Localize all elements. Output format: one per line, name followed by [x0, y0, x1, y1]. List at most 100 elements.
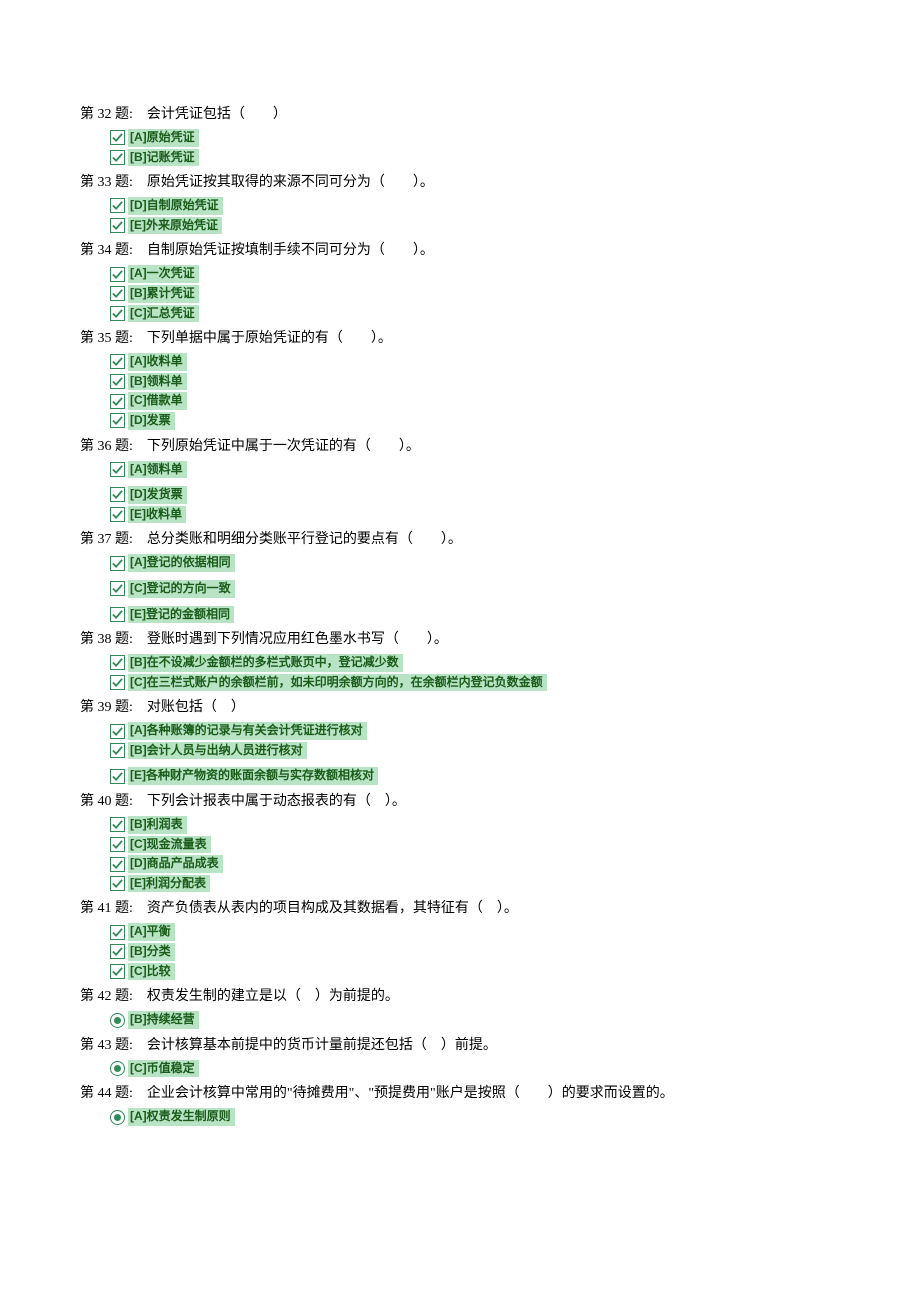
question-number: 第 41 题:	[80, 901, 133, 916]
question-body: 资产负债表从表内的项目构成及其数据看，其特征有（ ）。	[133, 901, 518, 916]
option-label: [A]权责发生制原则	[128, 1108, 235, 1126]
question-text: 第 36 题: 下列原始凭证中属于一次凭证的有（ ）。	[80, 436, 840, 457]
option-label: [C]汇总凭证	[128, 305, 199, 323]
option-item[interactable]: [B]记账凭证	[110, 149, 840, 167]
question-number: 第 36 题:	[80, 439, 133, 454]
question-body: 企业会计核算中常用的"待摊费用"、"预提费用"账户是按照（ ）的要求而设置的。	[133, 1086, 674, 1101]
option-gap	[110, 761, 840, 765]
option-item[interactable]: [B]持续经营	[110, 1011, 840, 1029]
option-item[interactable]: [B]领料单	[110, 373, 840, 391]
checkbox-checked-icon	[110, 306, 125, 321]
option-item[interactable]: [C]借款单	[110, 392, 840, 410]
checkbox-checked-icon	[110, 769, 125, 784]
checkbox-checked-icon	[110, 374, 125, 389]
option-list: [A]权责发生制原则	[80, 1108, 840, 1126]
option-label: [E]各种财产物资的账面余额与实存数额相核对	[128, 767, 378, 785]
option-item[interactable]: [E]各种财产物资的账面余额与实存数额相核对	[110, 767, 840, 785]
question-block: 第 43 题: 会计核算基本前提中的货币计量前提还包括（ ）前提。[C]币值稳定	[80, 1035, 840, 1078]
option-label: [C]币值稳定	[128, 1060, 199, 1078]
option-item[interactable]: [A]各种账簿的记录与有关会计凭证进行核对	[110, 722, 840, 740]
radio-selected-icon	[110, 1061, 125, 1076]
option-item[interactable]: [D]商品产品成表	[110, 855, 840, 873]
option-item[interactable]: [A]权责发生制原则	[110, 1108, 840, 1126]
option-item[interactable]: [A]一次凭证	[110, 265, 840, 283]
option-label: [A]平衡	[128, 923, 175, 941]
question-number: 第 40 题:	[80, 794, 133, 809]
option-item[interactable]: [C]现金流量表	[110, 836, 840, 854]
option-item[interactable]: [B]累计凭证	[110, 285, 840, 303]
question-block: 第 38 题: 登账时遇到下列情况应用红色墨水书写（ ）。[B]在不设减少金额栏…	[80, 629, 840, 691]
option-label: [C]在三栏式账户的余额栏前，如未印明余额方向的，在余额栏内登记负数金额	[128, 674, 547, 692]
option-list: [A]领料单 [D]发货票 [E]收料单	[80, 461, 840, 524]
option-list: [B]在不设减少金额栏的多栏式账页中，登记减少数 [C]在三栏式账户的余额栏前，如…	[80, 654, 840, 691]
question-block: 第 42 题: 权责发生制的建立是以（ ）为前提的。[B]持续经营	[80, 986, 840, 1029]
option-label: [B]记账凭证	[128, 149, 199, 167]
option-item[interactable]: [E]收料单	[110, 506, 840, 524]
checkbox-checked-icon	[110, 675, 125, 690]
checkbox-checked-icon	[110, 944, 125, 959]
option-list: [A]各种账簿的记录与有关会计凭证进行核对 [B]会计人员与出纳人员进行核对 [E]…	[80, 722, 840, 785]
option-item[interactable]: [A]原始凭证	[110, 129, 840, 147]
option-item[interactable]: [C]比较	[110, 963, 840, 981]
option-item[interactable]: [A]平衡	[110, 923, 840, 941]
option-item[interactable]: [C]在三栏式账户的余额栏前，如未印明余额方向的，在余额栏内登记负数金额	[110, 674, 840, 692]
question-number: 第 33 题:	[80, 175, 133, 190]
checkbox-checked-icon	[110, 487, 125, 502]
checkbox-checked-icon	[110, 130, 125, 145]
question-text: 第 33 题: 原始凭证按其取得的来源不同可分为（ ）。	[80, 172, 840, 193]
option-item[interactable]: [A]登记的依据相同	[110, 554, 840, 572]
option-item[interactable]: [D]发票	[110, 412, 840, 430]
checkbox-checked-icon	[110, 462, 125, 477]
option-item[interactable]: [C]币值稳定	[110, 1060, 840, 1078]
question-body: 自制原始凭证按填制手续不同可分为（ ）。	[133, 243, 434, 258]
option-label: [B]利润表	[128, 816, 187, 834]
question-number: 第 38 题:	[80, 632, 133, 647]
option-item[interactable]: [E]外来原始凭证	[110, 217, 840, 235]
option-label: [A]原始凭证	[128, 129, 199, 147]
option-item[interactable]: [A]收料单	[110, 353, 840, 371]
option-label: [A]收料单	[128, 353, 187, 371]
question-number: 第 34 题:	[80, 243, 133, 258]
option-label: [C]现金流量表	[128, 836, 211, 854]
option-item[interactable]: [C]汇总凭证	[110, 305, 840, 323]
checkbox-checked-icon	[110, 150, 125, 165]
option-label: [A]登记的依据相同	[128, 554, 235, 572]
radio-selected-icon	[110, 1013, 125, 1028]
checkbox-checked-icon	[110, 218, 125, 233]
option-label: [B]持续经营	[128, 1011, 199, 1029]
checkbox-checked-icon	[110, 857, 125, 872]
question-body: 原始凭证按其取得的来源不同可分为（ ）。	[133, 175, 434, 190]
option-item[interactable]: [B]分类	[110, 943, 840, 961]
checkbox-checked-icon	[110, 394, 125, 409]
option-label: [B]在不设减少金额栏的多栏式账页中，登记减少数	[128, 654, 403, 672]
option-item[interactable]: [A]领料单	[110, 461, 840, 479]
option-item[interactable]: [D]发货票	[110, 486, 840, 504]
option-gap	[110, 574, 840, 578]
option-item[interactable]: [C]登记的方向一致	[110, 580, 840, 598]
option-list: [B]利润表 [C]现金流量表[D]商品产品成表 [E]利润分配表	[80, 816, 840, 892]
option-list: [A]原始凭证 [B]记账凭证	[80, 129, 840, 166]
question-body: 下列会计报表中属于动态报表的有（ ）。	[133, 794, 406, 809]
option-item[interactable]: [B]会计人员与出纳人员进行核对	[110, 742, 840, 760]
option-label: [B]会计人员与出纳人员进行核对	[128, 742, 307, 760]
checkbox-checked-icon	[110, 655, 125, 670]
checkbox-checked-icon	[110, 743, 125, 758]
question-text: 第 44 题: 企业会计核算中常用的"待摊费用"、"预提费用"账户是按照（ ）的…	[80, 1083, 840, 1104]
option-item[interactable]: [B]利润表	[110, 816, 840, 834]
option-item[interactable]: [E]利润分配表	[110, 875, 840, 893]
option-item[interactable]: [B]在不设减少金额栏的多栏式账页中，登记减少数	[110, 654, 840, 672]
option-item[interactable]: [E]登记的金额相同	[110, 606, 840, 624]
question-number: 第 43 题:	[80, 1038, 133, 1053]
option-list: [A]登记的依据相同 [C]登记的方向一致 [E]登记的金额相同	[80, 554, 840, 623]
option-label: [A]领料单	[128, 461, 187, 479]
question-block: 第 33 题: 原始凭证按其取得的来源不同可分为（ ）。 [D]自制原始凭证 [E]…	[80, 172, 840, 234]
question-list: 第 32 题: 会计凭证包括（ ）[A]原始凭证[B]记账凭证第 33 题: 原…	[80, 104, 840, 1126]
question-body: 下列单据中属于原始凭证的有（ ）。	[133, 331, 392, 346]
option-label: [B]分类	[128, 943, 175, 961]
option-label: [C]借款单	[128, 392, 187, 410]
question-number: 第 39 题:	[80, 700, 133, 715]
option-label: [C]比较	[128, 963, 175, 981]
checkbox-checked-icon	[110, 413, 125, 428]
question-block: 第 40 题: 下列会计报表中属于动态报表的有（ ）。 [B]利润表 [C]现金流量…	[80, 791, 840, 892]
option-item[interactable]: [D]自制原始凭证	[110, 197, 840, 215]
